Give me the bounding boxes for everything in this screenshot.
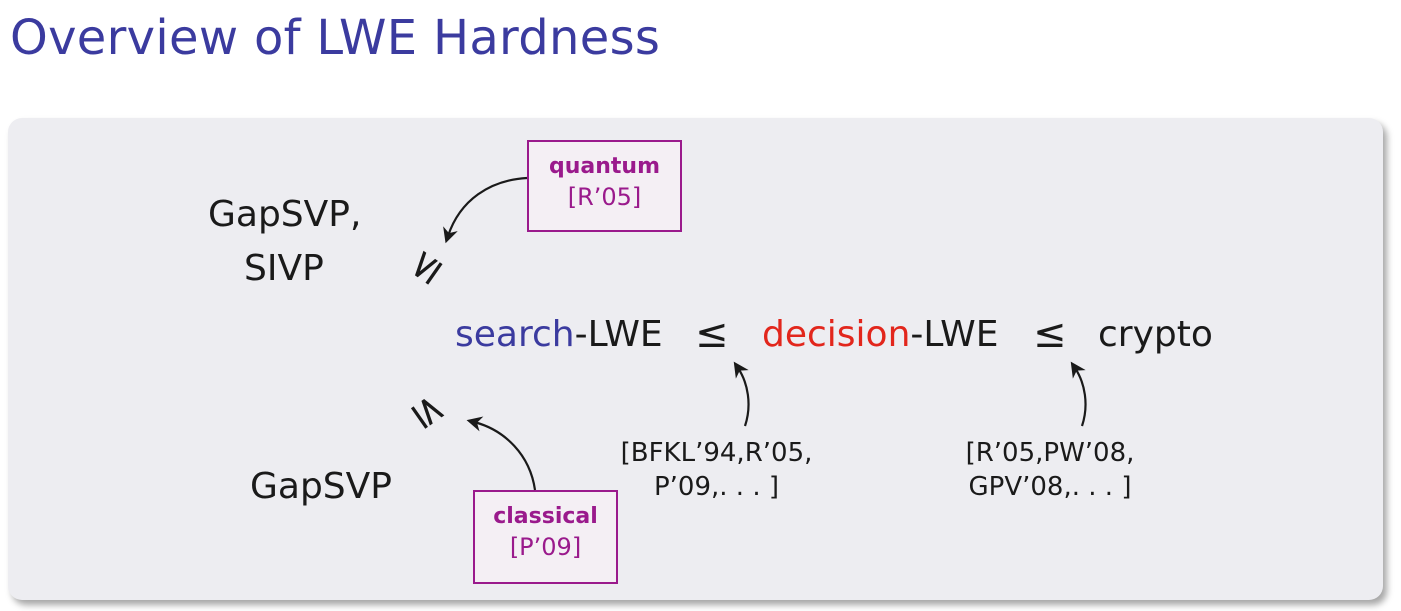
right-arrow bbox=[1070, 361, 1087, 427]
arrows-layer bbox=[443, 176, 1087, 491]
quantum-arrow bbox=[443, 176, 528, 244]
middle-arrow bbox=[733, 361, 750, 427]
classical-arrow bbox=[466, 416, 537, 491]
